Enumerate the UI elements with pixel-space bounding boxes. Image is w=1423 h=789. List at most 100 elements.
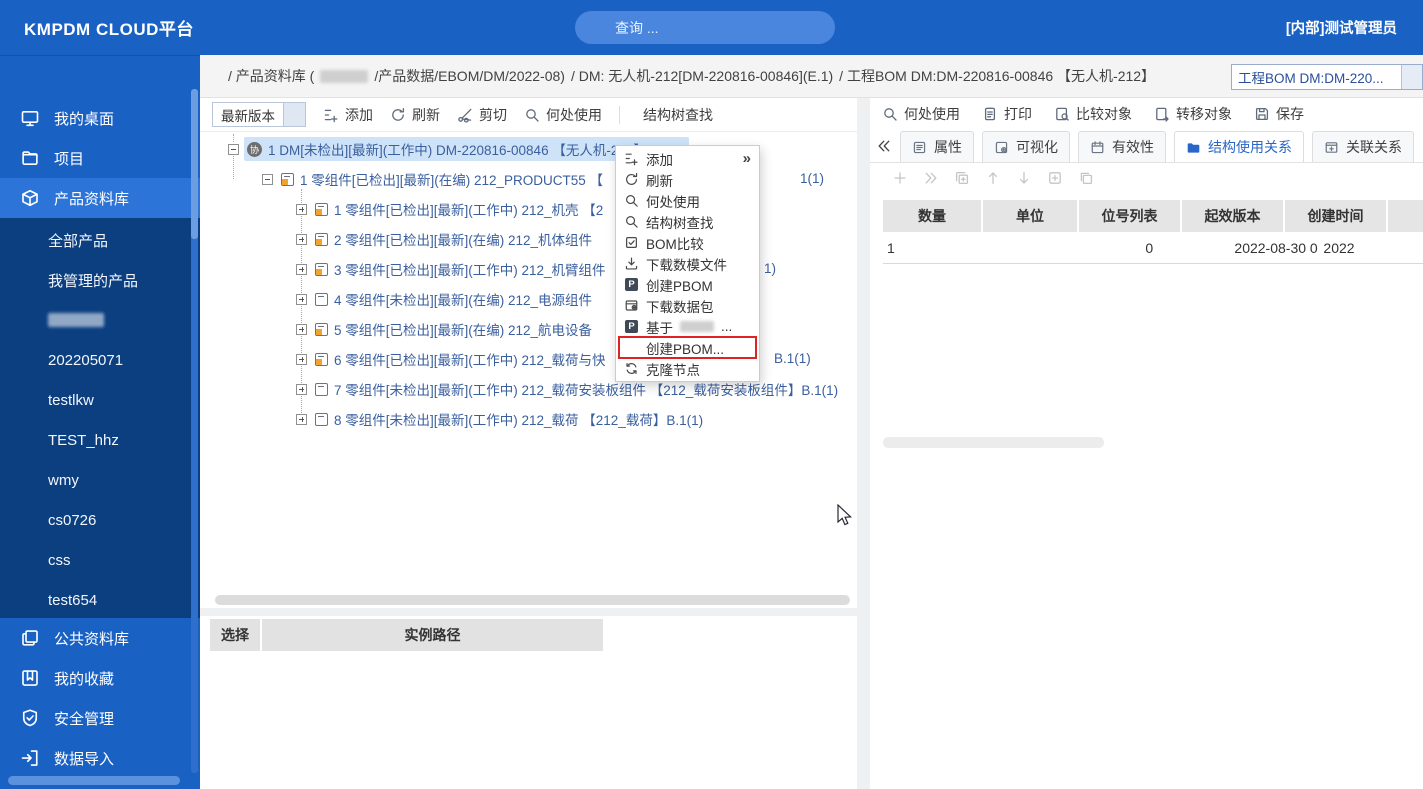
tree-expander-minus[interactable] (228, 144, 239, 155)
context-menu-item-BOM比较[interactable]: BOM比较 (616, 232, 759, 253)
tree-expander-plus[interactable] (296, 204, 307, 215)
sidebar-item-2[interactable]: 项目 (0, 138, 200, 178)
arrow-down-icon[interactable] (1016, 170, 1032, 186)
tree-horizontal-scrollbar[interactable] (215, 595, 850, 605)
arrow-up-icon[interactable] (985, 170, 1001, 186)
sidebar-submenu-item[interactable]: testlkw (48, 390, 94, 410)
part-checkedout-icon (315, 203, 328, 216)
usage-table-row[interactable]: 102022-08-30 02022 (883, 232, 1423, 264)
sidebar-item-bottom-3[interactable]: 安全管理 (0, 698, 200, 738)
tree-expander-plus[interactable] (296, 354, 307, 365)
top-header: KMPDM CLOUD平台 查询 ... [内部]测试管理员 (0, 0, 1423, 55)
sidebar-submenu-item[interactable]: test654 (48, 590, 97, 610)
view-selector-dropdown[interactable]: 工程BOM DM:DM-220... (1231, 64, 1423, 90)
detail-toolbar-button-打印[interactable]: 打印 (982, 104, 1032, 124)
sidebar-submenu-item[interactable]: wmy (48, 470, 79, 490)
tab-结构使用关系[interactable]: 结构使用关系 (1174, 131, 1304, 162)
tree-expander-plus[interactable] (296, 264, 307, 275)
bom-compare-icon (624, 235, 639, 250)
sidebar-item-1[interactable]: 我的桌面 (0, 98, 200, 138)
search-icon (524, 107, 540, 123)
tree-expander-minus[interactable] (262, 174, 273, 185)
detail-toolbar-button-比较对象[interactable]: 比较对象 (1054, 104, 1132, 124)
toolbar-button-剪切[interactable]: 剪切 (457, 105, 507, 125)
sidebar-item-bottom-2[interactable]: 我的收藏 (0, 658, 200, 698)
toolbar-button-label: 转移对象 (1176, 104, 1232, 124)
tree-row[interactable]: 8 零组件[未检出][最新](工作中) 212_载荷 【212_载荷】B.1(1… (200, 404, 857, 434)
tab-可视化[interactable]: 可视化 (982, 131, 1070, 162)
tree-expander-plus[interactable] (296, 324, 307, 335)
sidebar-item-bottom-4[interactable]: 数据导入 (0, 738, 200, 778)
sidebar-item-3[interactable]: 产品资料库 (0, 178, 200, 218)
toolbar-button-刷新[interactable]: 刷新 (390, 105, 440, 125)
tree-search-button[interactable]: 结构树查找 (637, 105, 713, 125)
context-menu-item-创建PBOM[interactable]: P创建PBOM (616, 274, 759, 295)
sidebar-item-label: 数据导入 (54, 748, 114, 769)
search-placeholder: 查询 ... (615, 18, 659, 38)
tab-属性[interactable]: 属性 (900, 131, 974, 162)
context-menu-item-结构树查找[interactable]: 结构树查找 (616, 211, 759, 232)
copy-icon[interactable] (1078, 170, 1094, 186)
refresh-icon (624, 172, 639, 187)
context-menu-item-添加[interactable]: 添加» (616, 148, 759, 169)
sidebar-item-bottom-1[interactable]: 公共资料库 (0, 618, 200, 658)
plus-icon[interactable] (892, 170, 908, 186)
part-icon (315, 413, 328, 426)
detail-horizontal-scrollbar[interactable] (883, 437, 1104, 448)
layers-icon (20, 628, 40, 648)
tree-row-label: 1 零组件[已检出][最新](在编) 212_PRODUCT55 【 (300, 169, 603, 189)
detail-toolbar-button-保存[interactable]: 保存 (1254, 104, 1304, 124)
version-select[interactable]: 最新版本 (212, 102, 306, 127)
tabs-scroll-left-icon[interactable] (876, 138, 892, 154)
package-icon (624, 298, 639, 313)
sidebar-horizontal-scrollbar[interactable] (8, 776, 180, 785)
tab-有效性[interactable]: 有效性 (1078, 131, 1166, 162)
context-menu-item-何处使用[interactable]: 何处使用 (616, 190, 759, 211)
tree-expander-plus[interactable] (296, 384, 307, 395)
sidebar-submenu-item[interactable]: TEST_hhz (48, 430, 119, 450)
context-menu-item-下载数模文件[interactable]: 下载数模文件 (616, 253, 759, 274)
toolbar-divider (619, 106, 620, 124)
compare-icon (1054, 106, 1070, 122)
search-icon (624, 193, 639, 208)
sidebar-vertical-scrollbar[interactable] (191, 89, 198, 239)
sidebar-submenu-item[interactable]: cs0726 (48, 510, 96, 530)
caret-down-icon[interactable] (283, 103, 305, 126)
tree-expander-plus[interactable] (296, 234, 307, 245)
sidebar-submenu-item[interactable]: 全部产品 (48, 230, 108, 250)
sidebar-submenu-item[interactable]: 202205071 (48, 350, 123, 370)
global-search-input[interactable]: 查询 ... (575, 11, 835, 44)
sidebar-submenu-item[interactable]: 我管理的产品 (48, 270, 138, 290)
detail-toolbar-button-何处使用[interactable]: 何处使用 (882, 104, 960, 124)
folder-icon (1186, 140, 1201, 155)
cube-icon (20, 188, 40, 208)
context-menu-item-下载数据包[interactable]: 下载数据包 (616, 295, 759, 316)
sidebar-item-label: 公共资料库 (54, 628, 129, 649)
copy-plus-icon[interactable] (954, 170, 970, 186)
context-menu-item-label: 克隆节点 (646, 359, 700, 379)
context-menu-item-创建PBOM...[interactable]: 创建PBOM... (616, 337, 759, 358)
usage-table-column-header: 最后 (1388, 200, 1423, 232)
context-menu-item-刷新[interactable]: 刷新 (616, 169, 759, 190)
context-menu-item-克隆节点[interactable]: 克隆节点 (616, 358, 759, 379)
context-menu-item-label: 创建PBOM (646, 275, 713, 295)
tree-row-label-tail: B.1(1) (774, 351, 811, 366)
tab-关联关系[interactable]: 关联关系 (1312, 131, 1414, 162)
project-icon (20, 148, 40, 168)
caret-down-icon[interactable] (1401, 65, 1422, 89)
add-node-icon (624, 151, 639, 166)
context-menu-item-基于[interactable]: P基于... (616, 316, 759, 337)
toolbar-button-label: 剪切 (479, 105, 507, 125)
tree-expander-plus[interactable] (296, 414, 307, 425)
box-plus-icon[interactable] (1047, 170, 1063, 186)
chevrons-right-icon[interactable] (923, 170, 939, 186)
relation-mini-toolbar (892, 170, 1094, 186)
add-node-icon (323, 107, 339, 123)
toolbar-button-添加[interactable]: 添加 (323, 105, 373, 125)
toolbar-button-何处使用[interactable]: 何处使用 (524, 105, 602, 125)
detail-toolbar-button-转移对象[interactable]: 转移对象 (1154, 104, 1232, 124)
sidebar-submenu-item[interactable] (48, 310, 104, 330)
tree-expander-plus[interactable] (296, 294, 307, 305)
context-menu-item-label: 何处使用 (646, 191, 700, 211)
sidebar-submenu-item[interactable]: css (48, 550, 71, 570)
